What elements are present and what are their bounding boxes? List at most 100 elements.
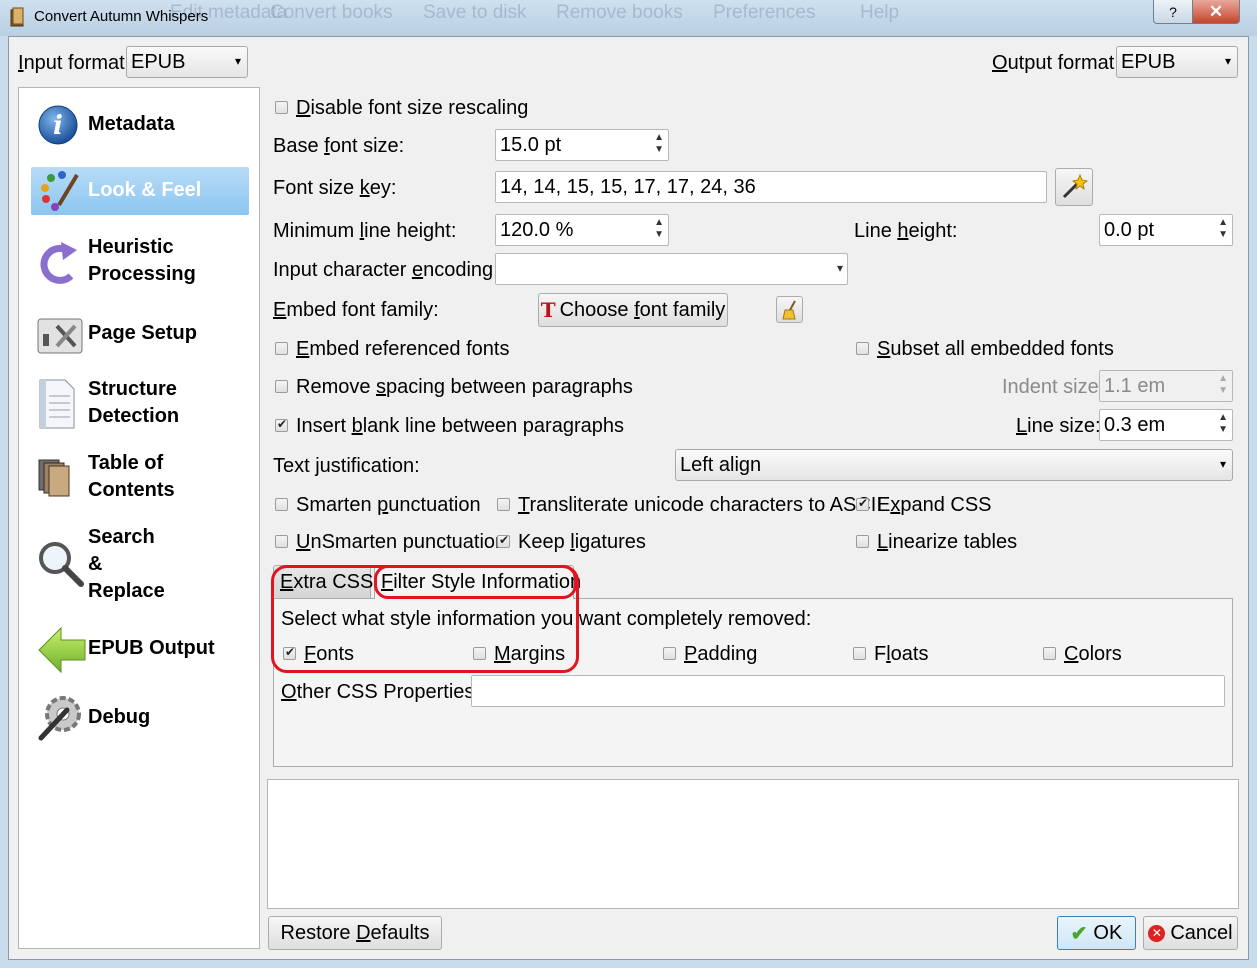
spin-arrows-icon[interactable]: ▲ ▼ [1218, 412, 1228, 436]
base-font-size-value: 15.0 pt [500, 134, 562, 156]
palette-icon [41, 171, 79, 211]
spin-arrows-icon[interactable]: ▲ ▼ [654, 217, 664, 241]
line-size-value: 0.3 em [1104, 414, 1166, 436]
linearize-tables-checkbox[interactable] [856, 535, 869, 548]
output-format-value: EPUB [1121, 51, 1176, 73]
restore-defaults-button[interactable]: Restore Defaults [268, 916, 442, 950]
unsmarten-punctuation-label: UnSmarten punctuation [296, 531, 507, 553]
sidebar-item-label: Metadata [88, 113, 175, 135]
sidebar-item-search-replace[interactable]: Search & Replace [31, 524, 249, 608]
other-css-input[interactable] [471, 675, 1225, 707]
ok-label: OK [1093, 921, 1123, 944]
filter-margins-checkbox[interactable] [473, 647, 486, 660]
keep-ligatures-label: Keep ligatures [518, 531, 646, 553]
tab-filter-style-information[interactable]: Filter Style Information [374, 565, 581, 599]
line-size-spinbox[interactable]: 0.3 em ▲ ▼ [1099, 409, 1233, 441]
remove-spacing-checkbox[interactable] [275, 380, 288, 393]
filter-prompt: Select what style information you want c… [281, 608, 812, 630]
embed-referenced-fonts-checkbox[interactable] [275, 342, 288, 355]
text-justification-select[interactable]: Left align ▾ [675, 449, 1233, 481]
spin-arrows-icon: ▲ ▼ [1218, 373, 1228, 396]
sidebar-item-debug[interactable]: Debug [31, 690, 249, 746]
expand-css-checkbox[interactable] [856, 496, 869, 511]
keep-ligatures-checkbox[interactable] [497, 533, 510, 548]
sidebar-item-page-setup[interactable]: Page Setup [31, 312, 249, 358]
embed-referenced-fonts-label: Embed referenced fonts [296, 338, 510, 360]
filter-fonts-checkbox[interactable] [283, 645, 296, 660]
close-button[interactable]: ✕ [1192, 0, 1240, 24]
svg-text:i: i [53, 111, 63, 141]
sidebar-item-epub-output[interactable]: EPUB Output [31, 624, 249, 676]
input-format-label: Input format: [18, 52, 131, 74]
debug-gear-icon [38, 696, 81, 741]
check-icon: ✔ [1070, 922, 1088, 945]
line-height-value: 0.0 pt [1104, 219, 1155, 241]
font-size-key-input[interactable]: 14, 14, 15, 15, 17, 17, 24, 36 [495, 171, 1047, 203]
spin-arrows-icon[interactable]: ▲ ▼ [1218, 217, 1228, 241]
disable-font-rescaling-checkbox[interactable] [275, 101, 288, 114]
line-height-spinbox[interactable]: 0.0 pt ▲ ▼ [1099, 214, 1233, 246]
filter-colors-checkbox[interactable] [1043, 647, 1056, 660]
output-format-select[interactable]: EPUB ▾ [1116, 46, 1238, 78]
calibre-app-icon [10, 7, 24, 27]
min-line-height-spinbox[interactable]: 120.0 % ▲ ▼ [495, 214, 669, 246]
window-title: Convert Autumn Whispers [34, 8, 209, 25]
remove-spacing-label: Remove spacing between paragraphs [296, 376, 633, 398]
cancel-button[interactable]: ✕ Cancel [1143, 916, 1238, 950]
background-menu-preferences: Preferences [713, 2, 816, 23]
filter-floats-checkbox[interactable] [853, 647, 866, 660]
magic-wand-icon [1062, 173, 1088, 199]
input-encoding-combo[interactable]: ▾ [495, 253, 848, 285]
line-size-label: Line size: [1016, 415, 1101, 437]
font-size-key-label: Font size key: [273, 177, 397, 199]
font-key-wizard-button[interactable] [1055, 168, 1093, 206]
filter-fonts-label: Fonts [304, 643, 355, 665]
indent-size-label: Indent size: [1002, 376, 1105, 398]
page-setup-icon [37, 318, 83, 354]
books-icon [38, 459, 70, 497]
line-height-label: Line height: [854, 220, 958, 242]
sidebar: i Metadata Look & Feel Heuristic Process… [18, 87, 260, 949]
smarten-punctuation-checkbox[interactable] [275, 498, 288, 511]
transliterate-checkbox[interactable] [497, 498, 510, 511]
ok-button[interactable]: ✔ OK [1057, 916, 1136, 950]
choose-font-family-button[interactable]: T Choose font family [538, 293, 728, 327]
sidebar-item-label: Structure Detection [88, 378, 180, 427]
spin-arrows-icon[interactable]: ▲ ▼ [654, 132, 664, 156]
sidebar-item-heuristic-processing[interactable]: Heuristic Processing [31, 234, 249, 294]
base-font-size-spinbox[interactable]: 15.0 pt ▲ ▼ [495, 129, 669, 161]
chevron-down-icon: ▾ [234, 54, 241, 68]
heuristic-arrow-icon [40, 242, 77, 284]
smarten-punctuation-label: Smarten punctuation [296, 494, 481, 516]
insert-blank-line-checkbox[interactable] [275, 417, 288, 432]
subset-embedded-fonts-checkbox[interactable] [856, 342, 869, 355]
chevron-down-icon: ▾ [836, 261, 843, 275]
info-icon: i [38, 105, 78, 145]
unsmarten-punctuation-checkbox[interactable] [275, 535, 288, 548]
tab-extra-css-label: Extra CSS [280, 571, 374, 593]
input-format-value: EPUB [131, 51, 186, 73]
indent-size-value: 1.1 em [1104, 375, 1166, 397]
sidebar-item-label: Page Setup [88, 322, 197, 344]
green-arrow-icon [38, 626, 86, 674]
title-bar[interactable]: Edit metadata Convert books Save to disk… [0, 0, 1257, 36]
filter-margins-label: Margins [494, 643, 566, 665]
sidebar-item-look-and-feel[interactable]: Look & Feel [31, 167, 249, 215]
broom-clear-icon [781, 300, 796, 319]
text-justification-label: Text justification: [273, 455, 420, 477]
min-line-height-label: Minimum line height: [273, 220, 457, 242]
filter-padding-checkbox[interactable] [663, 647, 676, 660]
sidebar-item-structure-detection[interactable]: Structure Detection [31, 376, 249, 436]
sidebar-item-label: Table of Contents [88, 452, 175, 501]
sidebar-item-table-of-contents[interactable]: Table of Contents [31, 450, 249, 510]
sidebar-item-metadata[interactable]: i Metadata [31, 102, 249, 148]
filter-padding-label: Padding [684, 643, 758, 665]
input-encoding-label: Input character encoding: [273, 259, 499, 281]
expand-css-label: Expand CSS [877, 494, 992, 516]
base-font-size-label: Base font size: [273, 135, 405, 157]
clear-font-family-button[interactable] [776, 296, 803, 323]
input-format-select[interactable]: EPUB ▾ [126, 46, 248, 78]
background-menu-help: Help [860, 2, 900, 23]
help-button[interactable]: ? [1153, 0, 1193, 24]
tab-extra-css[interactable]: Extra CSS [273, 565, 374, 599]
